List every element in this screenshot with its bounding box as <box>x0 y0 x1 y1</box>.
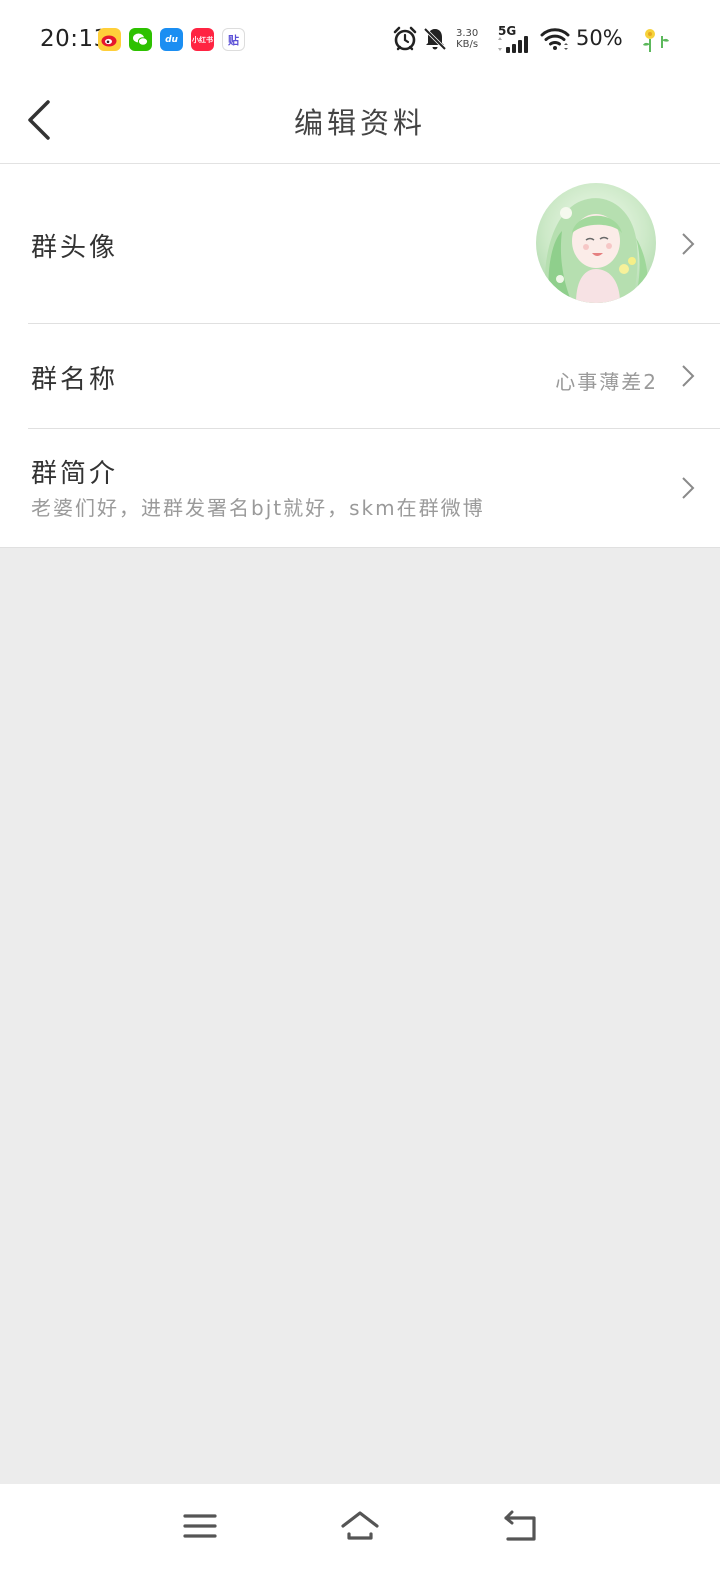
group-avatar-row[interactable]: 群头像 <box>0 164 720 324</box>
row-divider <box>0 547 720 548</box>
network-speed: 3.30 KB/s <box>456 28 479 50</box>
xiaohongshu-icon: 小红书 <box>191 28 214 51</box>
cellular-signal-icon <box>498 36 528 53</box>
chevron-right-icon <box>682 365 695 387</box>
back-nav-button[interactable] <box>500 1508 540 1544</box>
page-title: 编辑资料 <box>293 106 426 140</box>
tieba-icon: 贴 <box>222 28 245 51</box>
group-name-row[interactable]: 群名称 心事薄差2 <box>0 324 720 429</box>
battery-flower-icon <box>643 29 669 52</box>
group-name-value: 心事薄差2 <box>555 370 658 394</box>
mute-bell-icon <box>423 27 447 51</box>
group-intro-label: 群简介 <box>31 459 119 489</box>
wifi-icon <box>540 28 570 50</box>
system-navigation-bar <box>0 1484 720 1570</box>
home-button[interactable] <box>340 1508 380 1544</box>
battery-percentage: 50% <box>576 26 623 50</box>
profile-settings-list: 群头像 群名称 心事薄差2 群简介 老婆们好，进群发署名bjt就好，skm在群微… <box>0 164 720 548</box>
du-app-icon: du <box>160 28 183 51</box>
wechat-icon <box>129 28 152 51</box>
group-avatar-label: 群头像 <box>31 233 119 263</box>
weibo-icon <box>98 28 121 51</box>
menu-button[interactable] <box>180 1508 220 1544</box>
group-intro-row[interactable]: 群简介 老婆们好，进群发署名bjt就好，skm在群微博 <box>0 429 720 548</box>
group-name-label: 群名称 <box>31 365 119 395</box>
chevron-right-icon <box>682 477 695 499</box>
return-icon <box>504 1510 536 1541</box>
top-navigation-bar: 编辑资料 <box>0 80 720 164</box>
menu-icon <box>183 1514 217 1538</box>
status-bar: 20:13 du 小红书 贴 3.30 KB/s 5G 50% <box>0 0 720 80</box>
notification-icons: du 小红书 贴 <box>98 28 245 51</box>
status-indicators: 3.30 KB/s 5G 50% <box>390 24 720 58</box>
chevron-right-icon <box>682 233 695 255</box>
home-icon <box>341 1511 379 1540</box>
group-intro-value: 老婆们好，进群发署名bjt就好，skm在群微博 <box>31 496 485 520</box>
group-avatar-image <box>536 183 656 303</box>
alarm-icon <box>393 26 417 51</box>
